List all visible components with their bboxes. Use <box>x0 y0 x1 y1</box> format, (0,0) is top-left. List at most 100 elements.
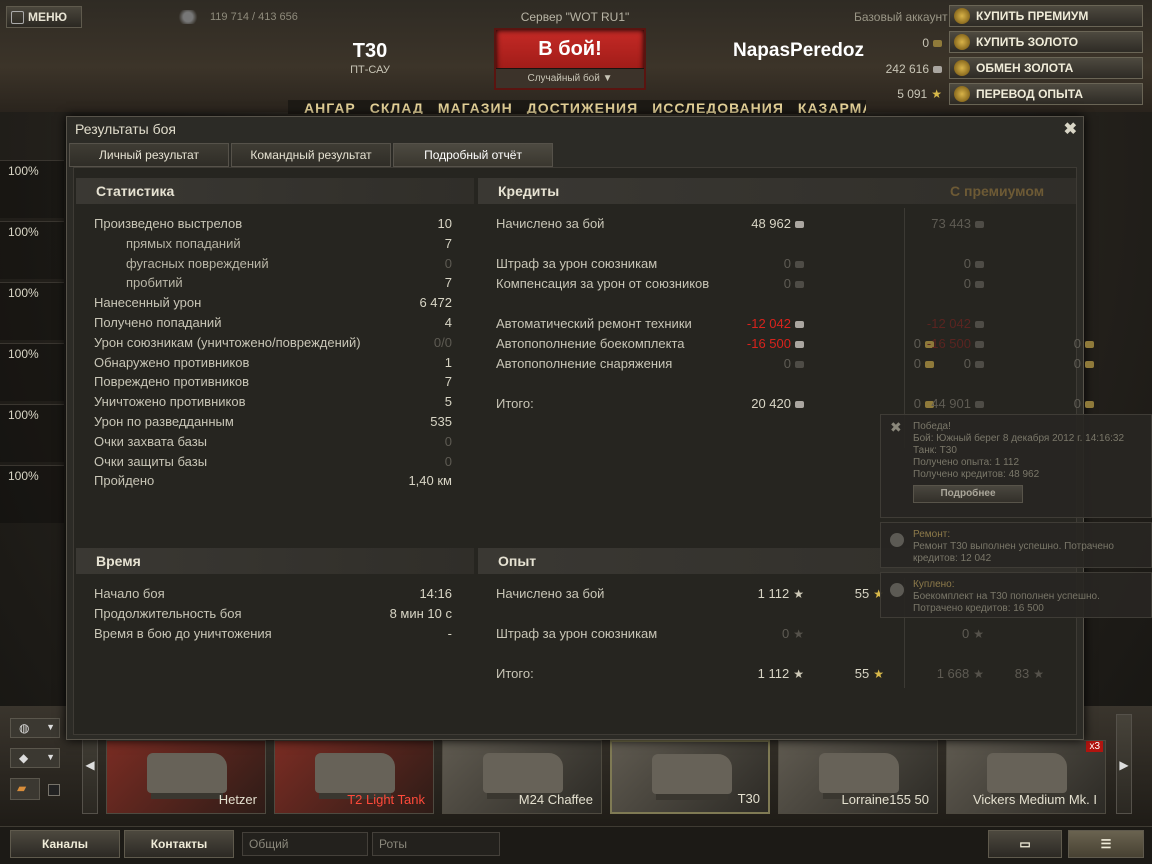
hangar-screen: МЕНЮ 119 714 / 413 656 Сервер "WOT RU1" … <box>0 0 1152 864</box>
vehicle-card-selected[interactable]: T30 <box>610 740 770 814</box>
stat-value: 6 472 <box>419 295 452 311</box>
free-xp-value: 55 ★ <box>814 586 884 601</box>
notif-line: Куплено: <box>913 579 955 590</box>
contacts-button[interactable]: Контакты <box>124 830 234 858</box>
stat-label: Урон союзникам (уничтожено/повреждений) <box>94 334 361 350</box>
vehicle-card[interactable]: M24 Chaffee <box>442 740 602 814</box>
xp-star-icon: ★ <box>793 627 804 641</box>
type-filter-button[interactable]: ◆ ▼ <box>10 748 60 768</box>
general-channel-tab[interactable]: Общий <box>242 832 368 856</box>
vehicle-card[interactable]: T2 Light Tank <box>274 740 434 814</box>
ammo-filter-button[interactable]: ▰ <box>10 778 40 800</box>
transfer-xp-label: ПЕРЕВОД ОПЫТА <box>976 87 1084 101</box>
credits-icon <box>795 321 804 329</box>
premium-credit-value: 73 443 <box>874 216 984 231</box>
tab-detailed[interactable]: Подробный отчёт <box>393 143 553 167</box>
free-xp-value-text: 55 <box>854 586 870 601</box>
premium-gold-value-text: 0 <box>1073 336 1081 351</box>
premium-credit-value-text: 44 901 <box>931 396 971 411</box>
companies-channel-tab[interactable]: Роты <box>372 832 500 856</box>
buy-premium-button[interactable]: КУПИТЬ ПРЕМИУМ <box>949 5 1143 27</box>
stat-label: Очки захвата базы <box>94 433 208 449</box>
buy-gold-button[interactable]: КУПИТЬ ЗОЛОТО <box>949 31 1143 53</box>
premium-gold-value: 0 <box>1004 356 1094 371</box>
carousel-right-arrow[interactable]: ▶ <box>1116 714 1132 814</box>
channels-button[interactable]: Каналы <box>10 830 120 858</box>
xp-balance: 5 091 ★ <box>897 87 942 101</box>
credits-icon <box>975 321 984 329</box>
chat-button[interactable]: ▭ <box>988 830 1062 858</box>
nav-achievements[interactable]: ДОСТИЖЕНИЯ <box>527 100 638 114</box>
exchange-gold-button[interactable]: ОБМЕН ЗОЛОТА <box>949 57 1143 79</box>
nav-depot[interactable]: СКЛАД <box>370 100 424 114</box>
stat-label: Урон по разведданным <box>94 414 234 429</box>
top-bar: МЕНЮ 119 714 / 413 656 Сервер "WOT RU1" … <box>0 0 1152 114</box>
credit-label: Автопополнение снаряжения <box>496 356 673 371</box>
close-icon: ✖ <box>1063 121 1077 138</box>
filter-checkbox[interactable] <box>48 784 60 796</box>
xp-label: Начислено за бой <box>496 586 605 601</box>
battle-button[interactable]: В бой! Случайный бой ▼ <box>494 28 646 90</box>
stat-label: прямых попаданий <box>126 235 241 251</box>
notif-line: Потрачено кредитов: 16 500 <box>913 603 1044 614</box>
notif-line: кредитов: 12 042 <box>913 553 992 564</box>
nav-research[interactable]: ИССЛЕДОВАНИЯ <box>652 100 784 114</box>
gold-icon <box>1085 341 1094 349</box>
dialog-title: Результаты боя <box>75 121 177 137</box>
credits-icon <box>975 401 984 409</box>
tab-personal[interactable]: Личный результат <box>69 143 229 167</box>
premium-credit-value: 0 <box>874 276 984 291</box>
vehicle-name: M24 Chaffee <box>518 792 593 807</box>
menu-button[interactable]: МЕНЮ <box>6 6 82 28</box>
close-button[interactable]: ✖ <box>1064 119 1077 139</box>
buy-gold-label: КУПИТЬ ЗОЛОТО <box>976 35 1079 49</box>
globe-filter-button[interactable]: ◍ ▼ <box>10 718 60 738</box>
stat-label: фугасных повреждений <box>126 255 269 271</box>
transfer-xp-button[interactable]: ПЕРЕВОД ОПЫТА <box>949 83 1143 105</box>
credits-icon <box>933 66 942 74</box>
gold-value: 0 <box>922 36 929 50</box>
vehicle-card[interactable]: Lorraine155 50 <box>778 740 938 814</box>
notif-line: Бой: Южный берег 8 декабря 2012 г. 14:16… <box>913 433 1125 444</box>
battle-mode-select[interactable]: Случайный бой ▼ <box>496 68 644 88</box>
credits-balance: 242 616 <box>886 62 942 76</box>
credit-label: Компенсация за урон от союзников <box>496 276 710 291</box>
nav-hangar[interactable]: АНГАР <box>304 100 356 114</box>
close-icon[interactable]: ✖ <box>890 420 904 435</box>
nav-barracks[interactable]: КАЗАРМА <box>798 100 866 114</box>
premium-xp-value: 0 ★ <box>874 626 984 641</box>
details-button[interactable]: Подробнее <box>913 485 1023 503</box>
xp-value: 1 112 ★ <box>694 666 804 681</box>
shell-icon: ▰ <box>17 781 27 795</box>
notification-icon: ☰ <box>1100 837 1112 851</box>
notifications-button[interactable]: ☰ <box>1068 830 1144 858</box>
nav-shop[interactable]: МАГАЗИН <box>438 100 513 114</box>
xp-value-text: 0 <box>782 626 790 641</box>
premium-credit-value-text: 73 443 <box>931 216 971 231</box>
stat-label: Произведено выстрелов <box>94 216 243 231</box>
tab-team[interactable]: Командный результат <box>231 143 391 167</box>
vehicle-card[interactable]: Hetzer <box>106 740 266 814</box>
coins-icon <box>890 533 904 547</box>
credits-icon <box>795 281 804 289</box>
stat-value: 1 <box>444 354 452 370</box>
time-value: 14:16 <box>419 586 452 601</box>
notif-line: Боекомплект на T30 пополнен успешно. <box>913 591 1100 602</box>
premium-free-xp-value-text: 83 <box>1014 666 1030 681</box>
stat-value: 10 <box>437 216 452 231</box>
credit-value-text: -12 042 <box>746 316 791 331</box>
chevron-down-icon: ▼ <box>46 752 55 762</box>
credits-icon <box>975 281 984 289</box>
tank-image <box>987 753 1067 793</box>
vehicle-card[interactable]: x3 Vickers Medium Mk. I <box>946 740 1106 814</box>
premium-credit-value-text: 0 <box>963 256 971 271</box>
stat-label: пробитий <box>126 275 183 291</box>
tank-image <box>147 753 227 793</box>
crew-percent: 100% <box>8 347 39 361</box>
stat-value: 7 <box>444 374 452 390</box>
credit-value-text: 0 <box>783 256 791 271</box>
gold-coin-icon <box>954 34 970 50</box>
credits-icon <box>795 221 804 229</box>
current-tank-class: ПТ-САУ <box>350 64 390 76</box>
credit-value-text: 0 <box>783 276 791 291</box>
